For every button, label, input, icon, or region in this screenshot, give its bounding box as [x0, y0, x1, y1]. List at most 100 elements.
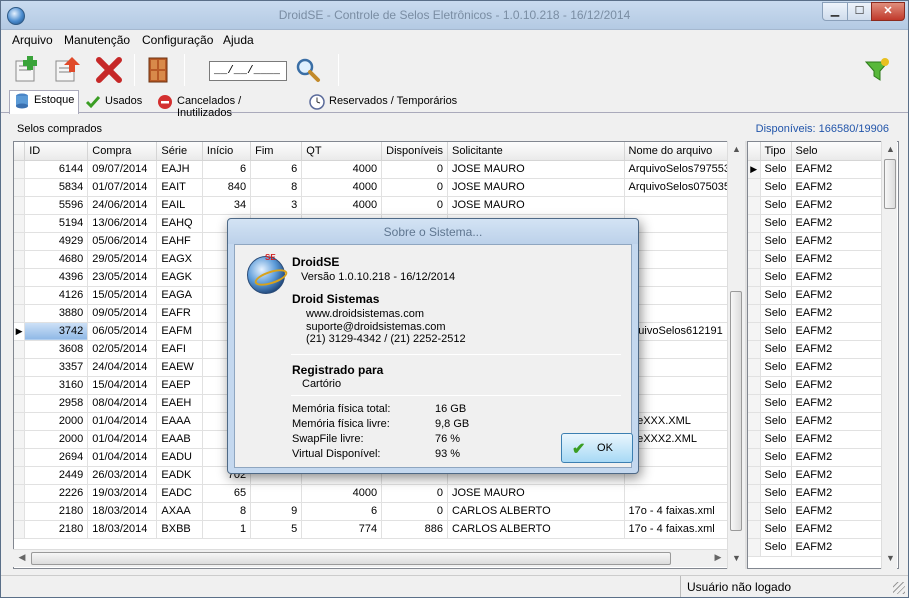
table-row[interactable]: Selo EAFM2 — [748, 394, 884, 413]
tab-cancelados[interactable]: Cancelados / Inutilizados — [153, 92, 303, 119]
row-indicator[interactable] — [748, 286, 761, 305]
column-header[interactable]: QT — [301, 142, 383, 161]
table-row[interactable]: Selo EAFM2 — [748, 340, 884, 359]
date-input[interactable]: __/__/____ — [209, 61, 287, 81]
row-indicator[interactable] — [748, 430, 761, 449]
table-row[interactable]: Selo EAFM2 — [748, 358, 884, 377]
row-indicator[interactable] — [748, 448, 761, 467]
row-indicator[interactable] — [14, 358, 26, 377]
row-indicator[interactable]: ▶ — [748, 160, 761, 179]
column-header[interactable]: Disponíveis — [381, 142, 448, 161]
table-row[interactable]: Selo EAFM2 — [748, 196, 884, 215]
column-header[interactable]: Nome do arquivo — [624, 142, 742, 161]
row-indicator[interactable] — [14, 484, 26, 503]
table-row[interactable]: Selo EAFM2 — [748, 484, 884, 503]
row-indicator[interactable] — [748, 340, 761, 359]
table-row[interactable]: Selo EAFM2 — [748, 502, 884, 521]
row-indicator[interactable] — [14, 268, 26, 287]
book-icon[interactable] — [143, 55, 173, 85]
row-indicator[interactable] — [748, 412, 761, 431]
ok-button[interactable]: ✔ OK — [561, 433, 633, 463]
row-indicator[interactable] — [14, 232, 26, 251]
row-indicator[interactable] — [14, 250, 26, 269]
row-indicator[interactable] — [748, 178, 761, 197]
row-indicator[interactable] — [748, 358, 761, 377]
table-row[interactable]: Selo EAFM2 — [748, 178, 884, 197]
row-indicator[interactable] — [748, 376, 761, 395]
table-row[interactable]: Selo EAFM2 — [748, 250, 884, 269]
table-row[interactable]: Selo EAFM2 — [748, 412, 884, 431]
menu-ajuda[interactable]: Ajuda — [223, 33, 254, 47]
table-row[interactable]: Selo EAFM2 — [748, 466, 884, 485]
table-row[interactable]: Selo EAFM2 — [748, 376, 884, 395]
row-indicator[interactable] — [14, 178, 26, 197]
tab-reservados[interactable]: Reservados / Temporários — [305, 92, 465, 113]
row-indicator[interactable] — [14, 376, 26, 395]
column-header[interactable]: Início — [202, 142, 252, 161]
table-row[interactable]: Selo EAFM2 — [748, 538, 884, 557]
column-header[interactable]: Fim — [250, 142, 303, 161]
table-horizontal-scrollbar[interactable]: ◀ ▶ — [13, 549, 727, 567]
row-indicator[interactable] — [14, 502, 26, 521]
table-row[interactable]: Selo EAFM2 — [748, 448, 884, 467]
stamps-vertical-scrollbar[interactable]: ▲ ▼ — [881, 141, 897, 569]
row-indicator[interactable] — [14, 214, 26, 233]
row-indicator[interactable] — [748, 322, 761, 341]
row-indicator[interactable] — [14, 286, 26, 305]
row-indicator[interactable] — [748, 268, 761, 287]
table-row[interactable]: ▶ Selo EAFM2 — [748, 160, 884, 179]
menu-manutencao[interactable]: Manutenção — [64, 33, 130, 47]
row-indicator[interactable] — [748, 196, 761, 215]
table-vertical-scrollbar[interactable]: ▲ ▼ — [727, 141, 743, 569]
table-row[interactable]: 5596 24/06/2014 EAIL 34 3 4000 0 JOSE MAURO — [14, 196, 742, 215]
column-header[interactable]: Solicitante — [447, 142, 625, 161]
row-indicator[interactable] — [748, 520, 761, 539]
table-row[interactable]: Selo EAFM2 — [748, 232, 884, 251]
row-indicator[interactable] — [748, 538, 761, 557]
row-indicator[interactable] — [14, 394, 26, 413]
row-indicator[interactable] — [748, 304, 761, 323]
row-indicator[interactable] — [14, 196, 26, 215]
filter-icon[interactable] — [863, 55, 893, 85]
row-indicator[interactable] — [14, 412, 26, 431]
row-indicator[interactable] — [14, 160, 26, 179]
table-row[interactable]: 2180 18/03/2014 BXBB 1 5 774 886 CARLOS ALBERTO… — [14, 520, 742, 539]
table-row[interactable]: Selo EAFM2 — [748, 304, 884, 323]
table-row[interactable]: Selo EAFM2 — [748, 268, 884, 287]
table-row[interactable]: Selo EAFM2 — [748, 322, 884, 341]
tab-usados[interactable]: Usados — [81, 92, 153, 113]
table-row[interactable]: 6144 09/07/2014 EAJH 6 6 4000 0 JOSE MAURO Arqui… — [14, 160, 742, 179]
row-indicator[interactable] — [14, 430, 26, 449]
stamps-table[interactable]: Tipo Selo ▶ Selo EAFM2 Selo EAFM2 Selo EAFM2 Se… — [747, 141, 899, 569]
tab-estoque[interactable]: Estoque — [9, 90, 79, 114]
menu-arquivo[interactable]: Arquivo — [12, 33, 53, 47]
menu-configuracao[interactable]: Configuração — [142, 33, 213, 47]
table-row[interactable]: 5834 01/07/2014 EAIT 840 8 4000 0 JOSE MAURO Arq… — [14, 178, 742, 197]
row-indicator[interactable] — [748, 502, 761, 521]
minimize-button[interactable]: ▁ — [822, 2, 848, 21]
row-indicator[interactable] — [748, 214, 761, 233]
column-header[interactable]: Compra — [87, 142, 158, 161]
row-indicator[interactable] — [748, 484, 761, 503]
column-header[interactable]: ID — [24, 142, 89, 161]
add-icon[interactable] — [13, 55, 43, 85]
maximize-button[interactable]: ☐ — [847, 2, 872, 21]
row-indicator[interactable]: ▶ — [14, 322, 26, 341]
table-row[interactable]: Selo EAFM2 — [748, 430, 884, 449]
delete-icon[interactable] — [94, 55, 124, 85]
table-row[interactable]: Selo EAFM2 — [748, 520, 884, 539]
export-icon[interactable] — [53, 55, 83, 85]
row-indicator[interactable] — [748, 232, 761, 251]
table-row[interactable]: 2180 18/03/2014 AXAA 8 9 6 0 CARLOS ALBERTO 17o … — [14, 502, 742, 521]
column-header[interactable]: Tipo — [760, 142, 792, 161]
row-indicator[interactable] — [14, 466, 26, 485]
table-row[interactable]: Selo EAFM2 — [748, 286, 884, 305]
table-row[interactable]: Selo EAFM2 — [748, 214, 884, 233]
row-indicator[interactable] — [14, 448, 26, 467]
table-row[interactable]: 2226 19/03/2014 EADC 65 4000 0 JOSE MAURO — [14, 484, 742, 503]
column-header[interactable]: Série — [156, 142, 203, 161]
row-indicator[interactable] — [14, 340, 26, 359]
close-button[interactable]: ✕ — [871, 2, 905, 21]
resize-grip[interactable] — [893, 582, 905, 594]
row-indicator[interactable] — [748, 466, 761, 485]
